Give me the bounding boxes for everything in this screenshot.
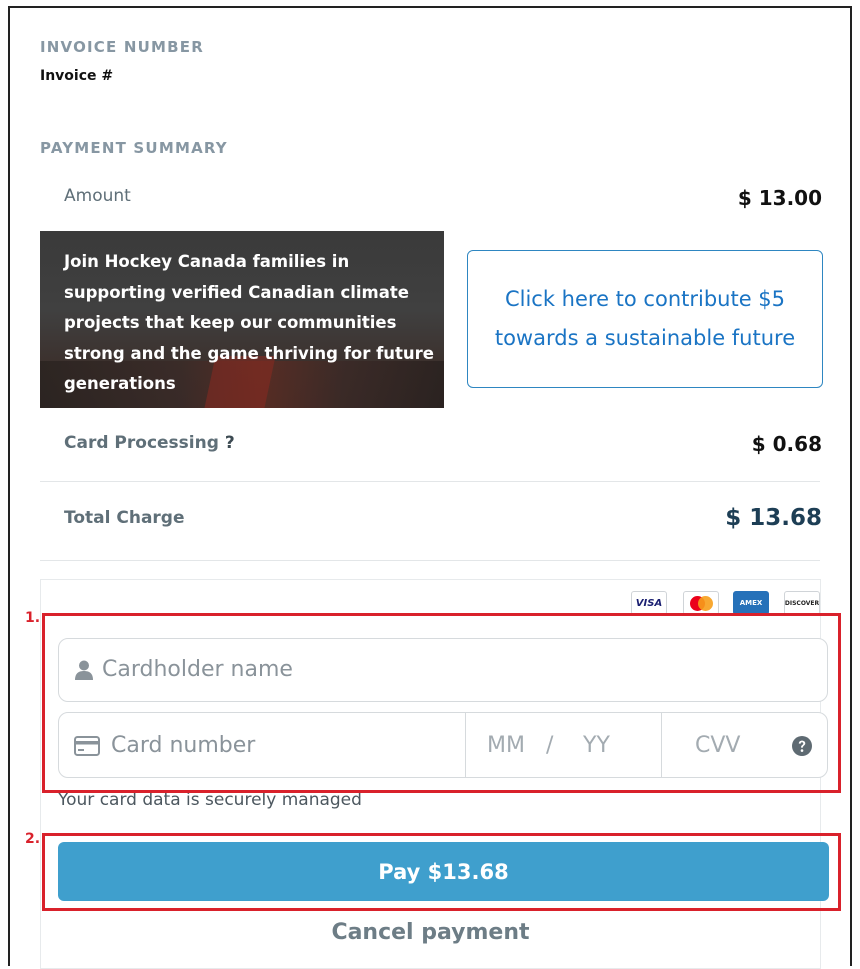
cancel-payment-link[interactable]: Cancel payment: [40, 920, 821, 945]
contribute-button-label: Click here to contribute $5 towards a su…: [494, 287, 796, 350]
highlight-box-card-fields: [42, 613, 841, 793]
promo-text: Join Hockey Canada families in supportin…: [64, 252, 434, 393]
annotation-marker-1: 1.: [25, 610, 41, 626]
payment-summary-heading: PAYMENT SUMMARY: [40, 139, 228, 157]
amount-label: Amount: [64, 186, 131, 206]
amount-value: $ 13.00: [737, 186, 822, 210]
divider: [40, 560, 820, 561]
card-processing-help-icon[interactable]: ?: [225, 433, 235, 453]
card-processing-value: $ 0.68: [751, 432, 822, 456]
discover-logo-icon: DISCOVER: [784, 591, 820, 615]
invoice-number-heading: INVOICE NUMBER: [40, 38, 204, 56]
card-processing-label: Card Processing ?: [64, 433, 235, 453]
secure-data-note: Your card data is securely managed: [58, 790, 362, 810]
total-charge-value: $ 13.68: [725, 505, 822, 531]
amex-logo-icon: AMEX: [733, 591, 769, 615]
divider: [40, 481, 820, 482]
total-charge-label: Total Charge: [64, 508, 185, 528]
highlight-box-pay-button: [42, 833, 841, 911]
card-processing-text: Card Processing: [64, 433, 219, 453]
mastercard-logo-icon: [683, 591, 719, 615]
visa-logo-icon: VISA: [631, 591, 667, 615]
annotation-marker-2: 2.: [25, 831, 41, 847]
invoice-number-value: Invoice #: [40, 68, 114, 84]
contribute-button[interactable]: Click here to contribute $5 towards a su…: [467, 250, 823, 388]
climate-promo-banner: Join Hockey Canada families in supportin…: [40, 231, 444, 408]
